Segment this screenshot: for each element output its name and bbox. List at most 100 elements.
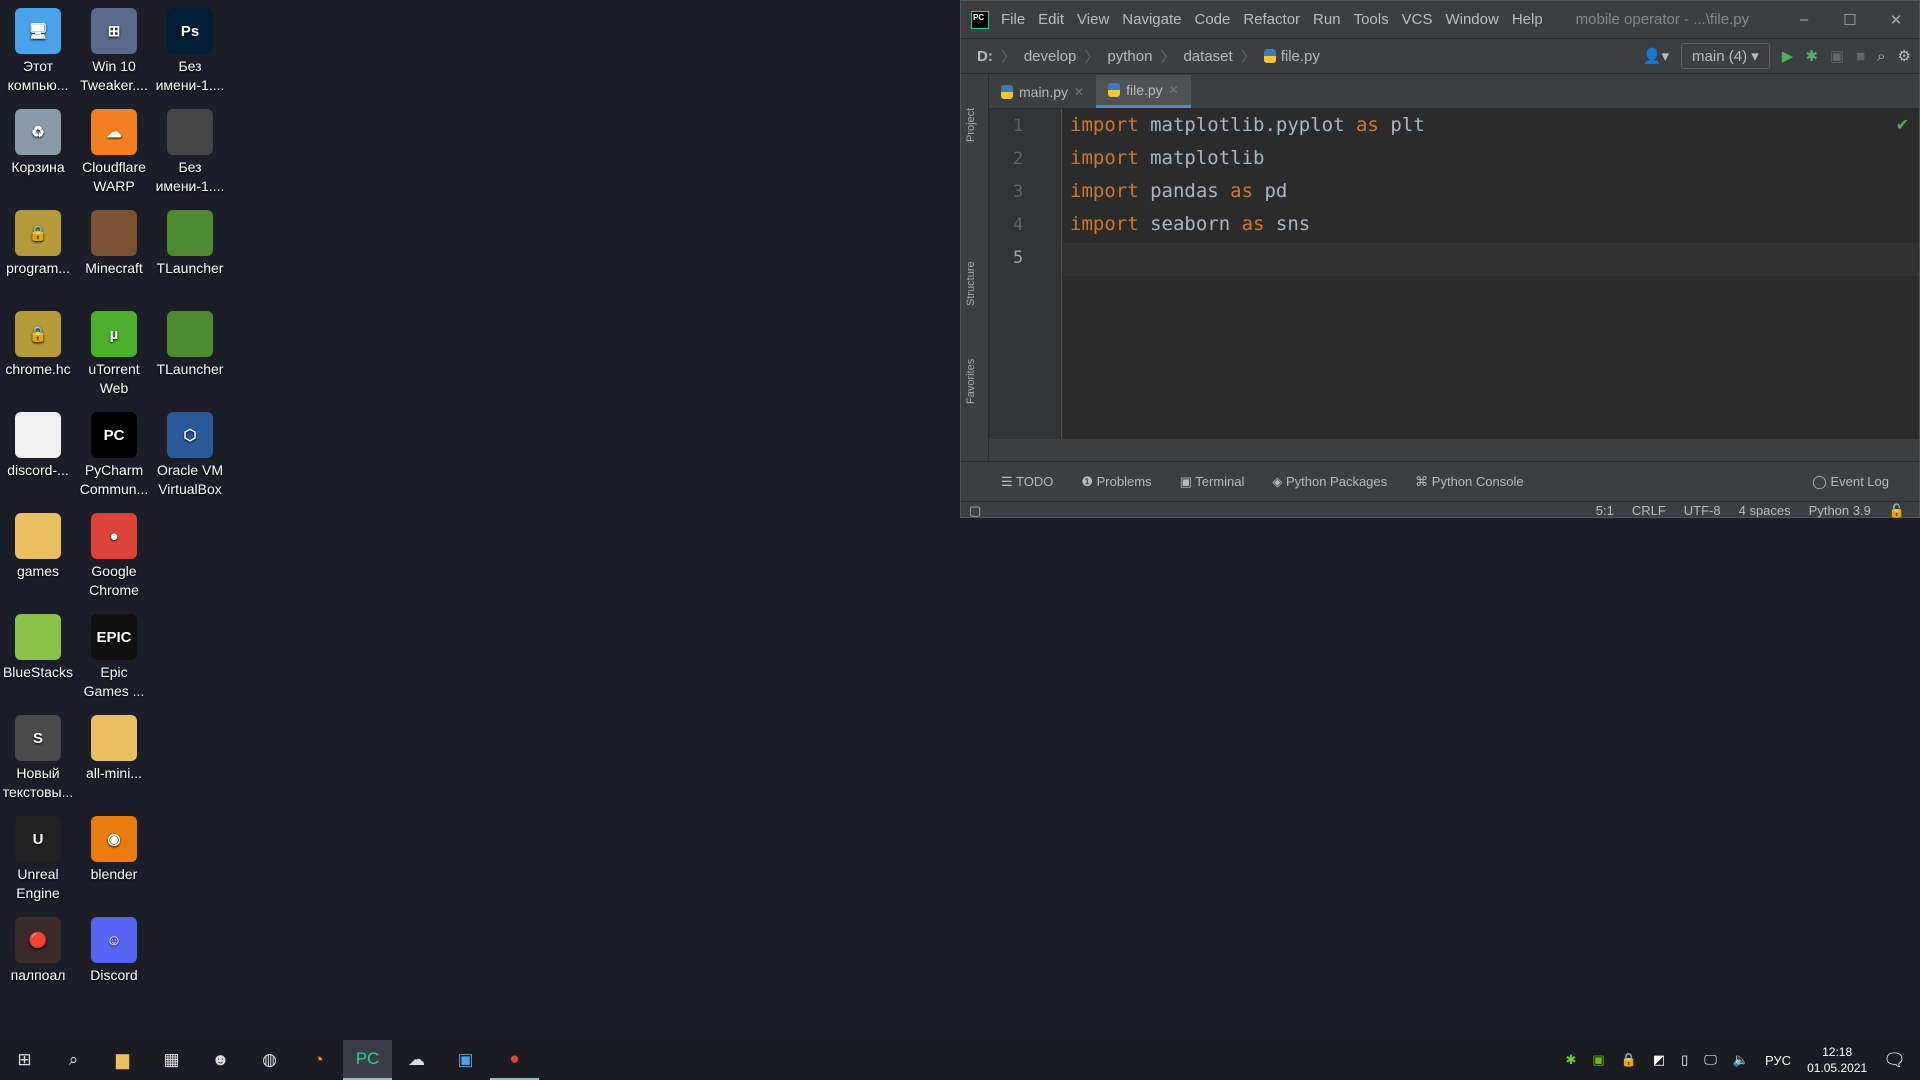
desktop-icon[interactable]: ☺ Discord	[76, 913, 152, 985]
stop-icon[interactable]: ■	[1856, 48, 1865, 65]
menu-refactor[interactable]: Refactor	[1243, 11, 1300, 28]
tool-window-problems[interactable]: ❶ Problems	[1081, 474, 1151, 490]
desktop-icon[interactable]: 🖥 Этот компью...	[0, 4, 76, 95]
menu-code[interactable]: Code	[1194, 11, 1230, 28]
calculator-icon[interactable]: ▦	[147, 1040, 196, 1080]
desktop-icon[interactable]: ◉ blender	[76, 812, 152, 884]
file-explorer-icon[interactable]: ▆	[98, 1040, 147, 1080]
tray-lock-icon[interactable]: 🔒	[1621, 1052, 1637, 1068]
indent-setting[interactable]: 4 spaces	[1739, 503, 1791, 518]
menu-file[interactable]: File	[1001, 11, 1025, 28]
close-tab-icon[interactable]: ✕	[1169, 83, 1179, 97]
breadcrumb-develop[interactable]: develop	[1024, 48, 1077, 65]
desktop-icon[interactable]: TLauncher	[152, 206, 228, 278]
tool-window-python-console[interactable]: ⌘ Python Console	[1415, 474, 1523, 490]
debug-icon[interactable]: ✱	[1805, 47, 1818, 65]
side-tab-structure[interactable]: Structure	[965, 261, 977, 306]
desktop-icon[interactable]: PC PyCharm Commun...	[76, 408, 152, 499]
desktop-icon[interactable]: ● Google Chrome	[76, 509, 152, 600]
caret-position[interactable]: 5:1	[1596, 503, 1614, 518]
user-icon[interactable]: 👤▾	[1643, 47, 1669, 65]
desktop-icon[interactable]: games	[0, 509, 76, 581]
search-icon[interactable]: ⌕	[1877, 48, 1885, 65]
tab-file-py[interactable]: file.py ✕	[1096, 75, 1191, 108]
chrome-taskbar-icon[interactable]: ●	[490, 1040, 539, 1080]
maximize-button[interactable]: ☐	[1827, 11, 1873, 29]
usb-icon[interactable]: ▯	[1681, 1052, 1688, 1068]
desktop-icon[interactable]: BlueStacks	[0, 610, 76, 682]
desktop-icon[interactable]: U Unreal Engine	[0, 812, 76, 903]
clock[interactable]: 12:18 01.05.2021	[1807, 1044, 1867, 1076]
python-file-icon	[1108, 83, 1121, 97]
run-icon[interactable]: ▶	[1782, 47, 1794, 65]
menu-tools[interactable]: Tools	[1354, 11, 1389, 28]
app-icon[interactable]: ☁	[392, 1040, 441, 1080]
side-tab-project[interactable]: Project	[965, 108, 977, 142]
language-indicator[interactable]: РУС	[1765, 1053, 1791, 1068]
menu-navigate[interactable]: Navigate	[1122, 11, 1181, 28]
tool-window-terminal[interactable]: ▣ Terminal	[1180, 474, 1245, 490]
python-interpreter[interactable]: Python 3.9	[1809, 503, 1871, 518]
code-token: pandas	[1138, 180, 1231, 202]
tray-app-icon[interactable]: ✱	[1565, 1052, 1576, 1068]
desktop-icon[interactable]: 🔴 палпоал	[0, 913, 76, 985]
tray-app-icon[interactable]: ◩	[1653, 1052, 1665, 1068]
menu-vcs[interactable]: VCS	[1402, 11, 1433, 28]
event-log-button[interactable]: ◯ Event Log	[1812, 474, 1889, 490]
desktop-icon[interactable]: discord-...	[0, 408, 76, 480]
toggle-tool-windows-icon[interactable]: ▢	[969, 503, 981, 519]
desktop-icon[interactable]: Minecraft	[76, 206, 152, 278]
desktop-icon[interactable]: EPIC Epic Games ...	[76, 610, 152, 701]
menu-run[interactable]: Run	[1313, 11, 1341, 28]
nvidia-icon[interactable]: ▣	[1592, 1052, 1604, 1068]
minimize-button[interactable]: –	[1781, 11, 1827, 29]
desktop-icon[interactable]: Ps Без имени-1....	[152, 4, 228, 95]
desktop-icon[interactable]: 🔒 chrome.hc	[0, 307, 76, 379]
tool-window-icon: ☰	[1001, 473, 1017, 489]
unreal-engine-icon: U	[15, 816, 61, 862]
network-icon[interactable]: 🖵	[1704, 1052, 1717, 1068]
desktop-icon[interactable]: S Новый текстовы...	[0, 711, 76, 802]
desktop-icon[interactable]: TLauncher	[152, 307, 228, 379]
volume-icon[interactable]: 🔈	[1733, 1052, 1749, 1068]
date: 01.05.2021	[1807, 1061, 1868, 1075]
desktop-icon[interactable]: ⬡ Oracle VM VirtualBox	[152, 408, 228, 499]
menu-edit[interactable]: Edit	[1038, 11, 1064, 28]
file-encoding[interactable]: UTF-8	[1684, 503, 1721, 518]
app-icon[interactable]: ▣	[441, 1040, 490, 1080]
side-tab-favorites[interactable]: Favorites	[965, 359, 977, 404]
lock-icon[interactable]: 🔓	[1889, 503, 1905, 519]
tool-window-python-packages[interactable]: ◈ Python Packages	[1272, 474, 1387, 490]
tab-main-py[interactable]: main.py ✕	[989, 75, 1096, 108]
menu-help[interactable]: Help	[1512, 11, 1543, 28]
breadcrumb-python[interactable]: python	[1107, 48, 1152, 65]
search-icon[interactable]: ⌕	[49, 1040, 98, 1080]
pycharm-taskbar-icon[interactable]: PC	[343, 1040, 392, 1080]
line-separator[interactable]: CRLF	[1632, 503, 1666, 518]
breadcrumb-dataset[interactable]: dataset	[1183, 48, 1232, 65]
tool-window-todo[interactable]: ☰ TODO	[1001, 474, 1053, 490]
coverage-icon[interactable]: ▣	[1830, 47, 1844, 65]
desktop-icon[interactable]: ♻ Корзина	[0, 105, 76, 177]
run-config-select[interactable]: main (4) ▾	[1681, 43, 1770, 69]
desktop-icon[interactable]: ☁ Cloudflare WARP	[76, 105, 152, 196]
code-editor[interactable]: ✔ 1 import matplotlib.pyplot as plt 2 impor…	[989, 109, 1919, 439]
desktop-icon[interactable]: ⊞ Win 10 Tweaker....	[76, 4, 152, 95]
photoshop-psd-icon: Ps	[167, 8, 213, 54]
app-icon[interactable]: ◍	[245, 1040, 294, 1080]
menu-view[interactable]: View	[1077, 11, 1109, 28]
menu-window[interactable]: Window	[1445, 11, 1498, 28]
desktop-icon[interactable]: Без имени-1....	[152, 105, 228, 196]
breadcrumb-drive[interactable]: D:	[977, 48, 993, 65]
close-button[interactable]: ✕	[1873, 11, 1919, 29]
desktop-icon[interactable]: 🔒 program...	[0, 206, 76, 278]
desktop-icon[interactable]: µ uTorrent Web	[76, 307, 152, 398]
notifications-icon[interactable]: 🗨	[1883, 1050, 1906, 1071]
settings-gear-icon[interactable]: ⚙	[1898, 47, 1911, 65]
close-tab-icon[interactable]: ✕	[1074, 85, 1084, 99]
breadcrumb-file[interactable]: file.py	[1281, 48, 1320, 65]
app-icon[interactable]: ◔	[294, 1040, 343, 1080]
app-icon[interactable]: ☻	[196, 1040, 245, 1080]
start-windows-icon[interactable]: ⊞	[0, 1040, 49, 1080]
desktop-icon[interactable]: all-mini...	[76, 711, 152, 783]
